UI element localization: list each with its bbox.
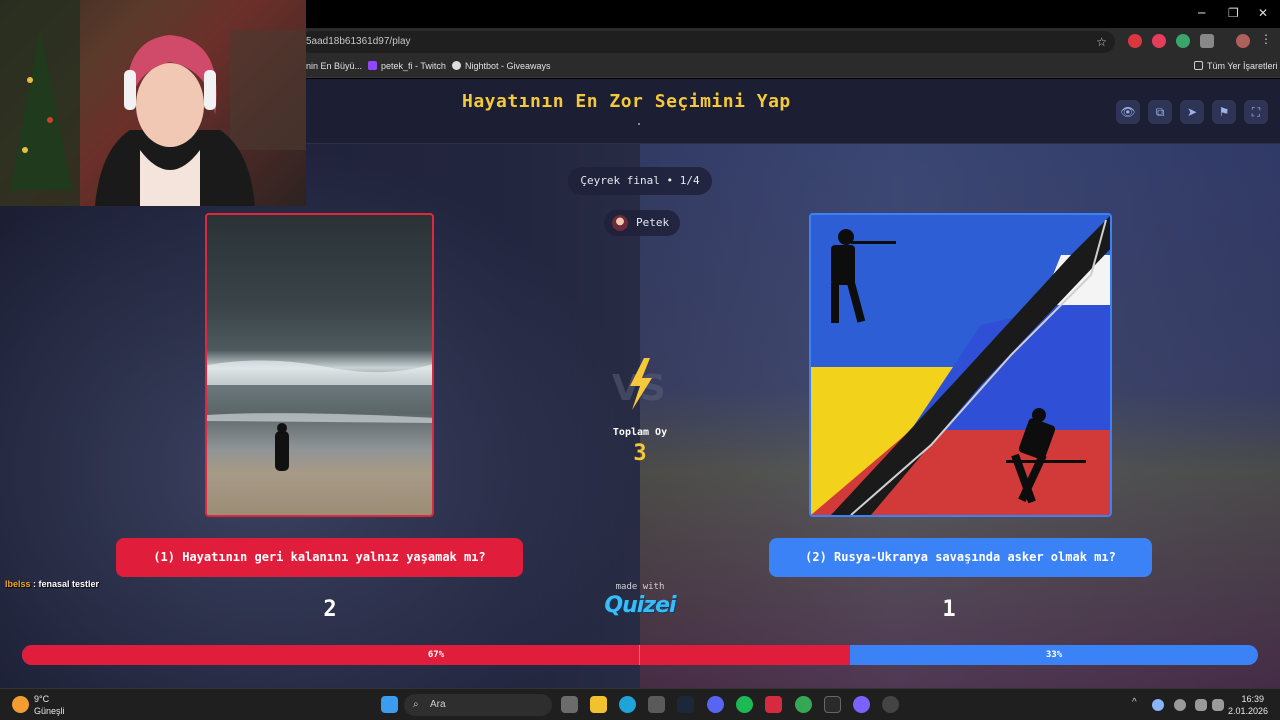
fullscreen-button[interactable]: ⛶ xyxy=(1244,100,1268,124)
steam-icon[interactable] xyxy=(677,696,694,713)
clock-time[interactable]: 16:39 xyxy=(1241,694,1264,704)
weather-description: Güneşli xyxy=(34,706,65,716)
edge-icon[interactable] xyxy=(619,696,636,713)
store-icon[interactable] xyxy=(648,696,665,713)
flags-soldiers-scene xyxy=(811,215,1110,515)
chat-message: fenasal testler xyxy=(38,579,100,589)
spotify-icon[interactable] xyxy=(736,696,753,713)
clock-date[interactable]: 2.01.2026 xyxy=(1228,706,1268,716)
chat-username: lbelss xyxy=(5,579,31,589)
url-text: 5aad18b61361d97/play xyxy=(306,36,411,47)
fullscreen-icon: ⛶ xyxy=(1251,105,1261,119)
round-indicator: Çeyrek final • 1/4 xyxy=(568,167,712,195)
weather-icon[interactable] xyxy=(12,696,29,713)
network-icon[interactable] xyxy=(1195,699,1207,711)
task-view-icon[interactable] xyxy=(561,696,578,713)
folder-icon xyxy=(1194,61,1203,70)
bookmark-item[interactable]: Nightbot - Giveaways xyxy=(452,61,551,71)
bookmark-item[interactable]: petek_fi - Twitch xyxy=(368,61,446,71)
share-button[interactable]: ⧉ xyxy=(1148,100,1172,124)
option-2-percent: 33% xyxy=(1045,650,1063,660)
user-name: Petek xyxy=(636,216,670,229)
app-icon[interactable] xyxy=(882,696,899,713)
total-votes-label: Toplam Oy xyxy=(612,427,668,438)
extension-icon[interactable] xyxy=(1128,34,1142,48)
search-icon: ⌕ xyxy=(413,699,419,710)
tray-chevron-icon[interactable]: ^ xyxy=(1132,697,1137,708)
option-1-votes: 2 xyxy=(323,597,337,622)
taskbar-search[interactable]: ⌕ Ara xyxy=(404,694,552,716)
option-1-percent: 67% xyxy=(427,650,445,660)
tray-icon[interactable] xyxy=(1152,699,1164,711)
start-icon[interactable] xyxy=(381,696,398,713)
url-input[interactable]: 5aad18b61361d97/play ☆ xyxy=(300,31,1115,53)
eye-icon: 👁 xyxy=(1120,105,1136,119)
made-with-label: made with xyxy=(615,582,665,592)
bookmark-star-icon[interactable]: ☆ xyxy=(1096,31,1107,53)
app-icon[interactable] xyxy=(765,696,782,713)
all-bookmarks[interactable]: Tüm Yer İşaretleri xyxy=(1194,61,1278,71)
bookmark-label: petek_fi - Twitch xyxy=(381,61,446,71)
weather-temp: 9°C xyxy=(34,694,50,704)
close-window-button[interactable]: ✕ xyxy=(1258,6,1268,20)
option-2-button[interactable]: (2) Rusya-Ukranya savaşında asker olmak … xyxy=(769,538,1152,577)
flag-button[interactable]: ⚑ xyxy=(1212,100,1236,124)
minimize-button[interactable]: ─ xyxy=(1198,6,1205,20)
vote-progress-bar: 67% 33% xyxy=(22,645,1258,665)
chrome-icon[interactable] xyxy=(795,696,812,713)
chat-separator: : xyxy=(30,579,39,589)
option-1-image[interactable] xyxy=(205,213,434,517)
title-dot xyxy=(638,123,640,125)
beach-scene xyxy=(207,360,432,471)
epic-games-icon[interactable] xyxy=(824,696,841,713)
page-title: Hayatının En Zor Seçimini Yap xyxy=(462,91,791,112)
windows-taskbar: 9°C Güneşli ⌕ Ara ^ 16:39 2.01.2026 xyxy=(0,688,1280,720)
eye-button[interactable]: 👁 xyxy=(1116,100,1140,124)
avatar xyxy=(612,215,628,231)
twitch-icon xyxy=(368,61,377,70)
vs-icon: VS xyxy=(612,358,666,410)
option-2-image[interactable] xyxy=(809,213,1112,517)
search-placeholder: Ara xyxy=(430,699,446,710)
webcam-overlay xyxy=(0,0,306,206)
nightbot-icon xyxy=(452,61,461,70)
extension-icon[interactable] xyxy=(1176,34,1190,48)
microphone-icon[interactable] xyxy=(1174,699,1186,711)
chat-overlay: lbelss : fenasal testler xyxy=(5,579,99,589)
bookmark-label: Nightbot - Giveaways xyxy=(465,61,551,71)
quizei-logo[interactable]: Quizei xyxy=(590,593,690,618)
obs-icon[interactable] xyxy=(853,696,870,713)
streamer-webcam-image xyxy=(0,0,306,206)
maximize-button[interactable]: ❐ xyxy=(1228,6,1239,20)
discord-icon[interactable] xyxy=(707,696,724,713)
option-2-votes: 1 xyxy=(942,597,956,622)
bookmark-item[interactable]: nin En Büyü... xyxy=(306,61,362,71)
send-button[interactable]: ➤ xyxy=(1180,100,1204,124)
total-votes-value: 3 xyxy=(633,441,647,466)
volume-icon[interactable] xyxy=(1212,699,1224,711)
flag-icon: ⚑ xyxy=(1218,105,1230,119)
file-explorer-icon[interactable] xyxy=(590,696,607,713)
share-icon: ⧉ xyxy=(1155,105,1165,119)
option-1-button[interactable]: (1) Hayatının geri kalanını yalnız yaşam… xyxy=(116,538,523,577)
menu-kebab-icon[interactable]: ⋮ xyxy=(1260,32,1274,46)
user-badge: Petek xyxy=(604,210,680,236)
all-bookmarks-label: Tüm Yer İşaretleri xyxy=(1207,61,1278,71)
extension-icon[interactable] xyxy=(1152,34,1166,48)
vs-badge: VS xyxy=(608,358,672,410)
profile-avatar[interactable] xyxy=(1236,34,1250,48)
send-icon: ➤ xyxy=(1186,105,1198,119)
extensions-puzzle-icon[interactable] xyxy=(1200,34,1214,48)
